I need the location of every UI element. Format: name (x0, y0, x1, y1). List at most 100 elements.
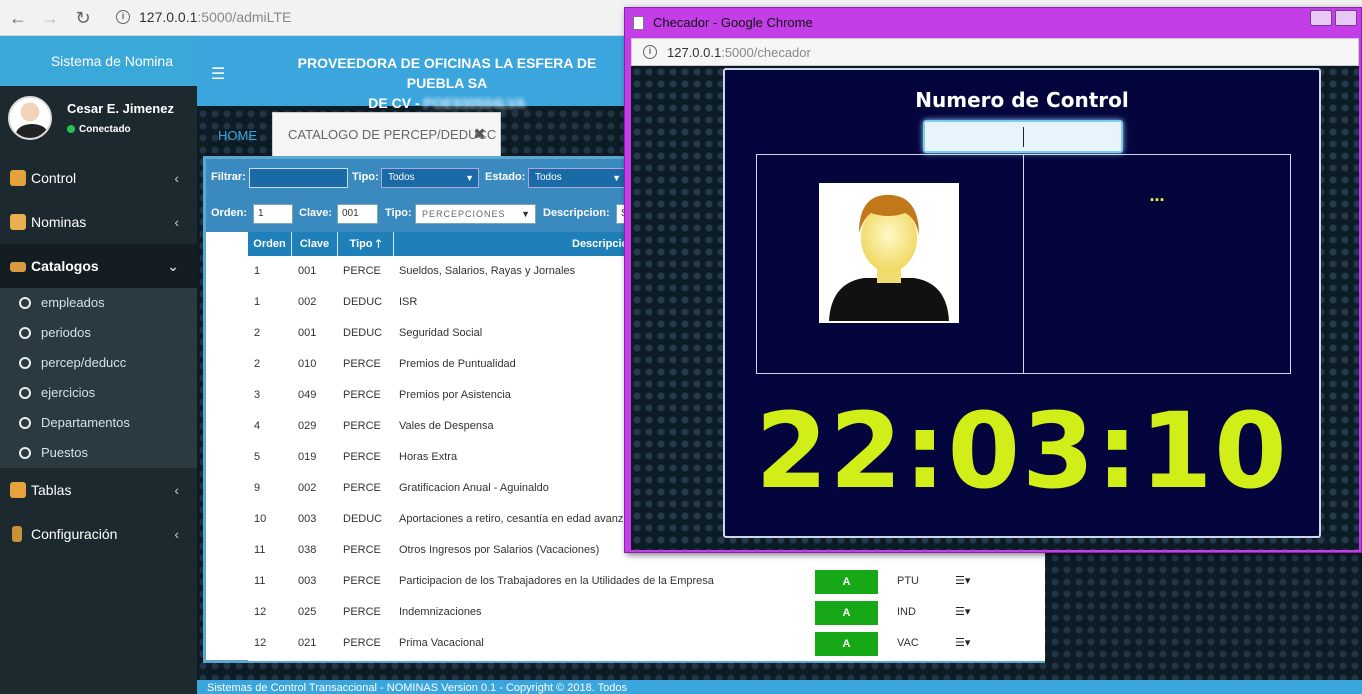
cell-orden: 12 (254, 637, 267, 649)
cell-clave: 010 (298, 358, 317, 370)
tab-strip: HOME CATALOGO DE PERCEP/DEDUCC ✖ (197, 106, 627, 156)
col-tipo[interactable]: Tipo 🡑 (338, 232, 394, 256)
text-cursor (1023, 127, 1024, 147)
popup-address-bar[interactable]: i 127.0.0.1:5000/checador (631, 38, 1359, 66)
submenu-item-ejercicios[interactable]: ejercicios (0, 378, 197, 408)
orden-input[interactable]: 1 (253, 204, 293, 224)
col-orden[interactable]: Orden (248, 232, 292, 256)
reload-icon[interactable]: ↻ (73, 8, 93, 28)
info-icon[interactable]: i (116, 10, 130, 24)
tab-catalogo-percep-deducc[interactable]: CATALOGO DE PERCEP/DEDUCC ✖ (272, 112, 501, 156)
status-badge: A (815, 632, 878, 656)
app-title[interactable]: Sistema de Nomina (0, 36, 197, 86)
estado-filter-select[interactable]: Todos ▼ (528, 168, 626, 188)
cell-desc: Aportaciones a retiro, cesantía en edad … (399, 513, 624, 525)
cell-orden: 4 (254, 420, 261, 432)
sidebar: Sistema de Nomina Cesar E. Jimenez Conec… (0, 36, 197, 694)
filter-input[interactable] (249, 168, 348, 188)
submenu-label: empleados (41, 295, 105, 310)
sidebar-item-tablas[interactable]: Tablas ‹ (0, 468, 197, 512)
submenu-label: percep/deducc (41, 355, 127, 370)
col-clave[interactable]: Clave (292, 232, 338, 256)
submenu-label: ejercicios (41, 385, 96, 400)
cell-desc: Horas Extra (399, 451, 458, 463)
popup-body: Numero de Control ... 22:03:10 (631, 66, 1359, 550)
sidebar-item-nominas[interactable]: Nominas ‹ (0, 200, 197, 244)
clock-display: 22:03:10 (755, 390, 1289, 512)
user-name: Cesar E. Jimenez (67, 101, 174, 116)
row-menu-icon[interactable]: ☰▾ (955, 597, 970, 628)
cell-abreviatura: VAC (897, 637, 919, 649)
cell-orden: 11 (254, 544, 266, 556)
descripcion-label: Descripcion: (543, 207, 610, 219)
row-menu-icon[interactable]: ☰▾ (955, 566, 970, 597)
submenu-item-puestos[interactable]: Puestos (0, 438, 197, 468)
tipo-filter-select[interactable]: Todos ▼ (381, 168, 479, 188)
tipo-filter-value: Todos (388, 172, 415, 183)
clave-label: Clave: (299, 207, 333, 219)
forward-arrow-icon[interactable]: → (40, 8, 60, 28)
footer: Sistemas de Control Transaccional - NOMI… (197, 680, 1362, 694)
status-badge: A (815, 570, 878, 594)
sidebar-item-catalogos[interactable]: Catalogos ⌄ (0, 244, 197, 288)
numero-control-input[interactable] (923, 120, 1123, 153)
cell-orden: 1 (254, 265, 261, 277)
cell-tipo: PERCE (343, 606, 381, 618)
orden-label: Orden: (211, 207, 248, 219)
dropdown-arrow-icon: ▼ (521, 209, 531, 219)
user-photo (819, 183, 959, 323)
tools-icon (12, 526, 22, 542)
back-arrow-icon[interactable]: ← (8, 8, 28, 28)
hamburger-icon[interactable]: ☰ (211, 64, 225, 84)
chevron-left-icon: ‹ (174, 214, 179, 230)
cell-desc: Sueldos, Salarios, Rayas y Jornales (399, 265, 576, 277)
checador-panel: Numero de Control ... 22:03:10 (723, 68, 1321, 538)
sidebar-item-control[interactable]: Control ‹ (0, 156, 197, 200)
address-bar[interactable]: 127.0.0.1:5000/admiLTE (139, 9, 291, 25)
user-silhouette-icon (829, 194, 949, 321)
photo-box (756, 154, 1024, 374)
cell-orden: 3 (254, 389, 261, 401)
cell-tipo: PERCE (343, 420, 381, 432)
cell-orden: 11 (254, 575, 266, 587)
info-icon[interactable]: i (643, 45, 657, 59)
submenu-label: periodos (41, 325, 91, 340)
row-menu-icon[interactable]: ☰▾ (955, 628, 970, 659)
table-row[interactable]: 12 025 PERCE Indemnizaciones A IND ☰▾ (248, 597, 1045, 628)
close-icon[interactable]: ✖ (473, 113, 486, 157)
cell-clave: 021 (298, 637, 317, 649)
cell-desc: Otros Ingresos por Salarios (Vacaciones) (399, 544, 600, 556)
minimize-button[interactable] (1310, 10, 1332, 26)
company-line1: PROVEEDORA DE OFICINAS LA ESFERA DE PUEB… (297, 55, 597, 91)
url-host: 127.0.0.1 (139, 9, 198, 25)
status-badge: A (815, 601, 878, 625)
submenu-item-percep-deducc[interactable]: percep/deducc (0, 348, 197, 378)
tab-home[interactable]: HOME (218, 128, 257, 143)
cell-desc: Participacion de los Trabajadores en la … (399, 575, 714, 587)
cell-clave: 019 (298, 451, 317, 463)
tab-label: CATALOGO DE PERCEP/DEDUCC (288, 127, 497, 142)
maximize-button[interactable] (1335, 10, 1357, 26)
table-row[interactable]: 12 021 PERCE Prima Vacacional A VAC ☰▾ (248, 628, 1045, 659)
circle-icon (19, 297, 31, 309)
dropdown-arrow-icon: ▼ (612, 173, 621, 183)
submenu-item-departamentos[interactable]: Departamentos (0, 408, 197, 438)
cell-tipo: PERCE (343, 451, 381, 463)
cell-clave: 001 (298, 265, 317, 277)
submenu-item-periodos[interactable]: periodos (0, 318, 197, 348)
cell-abreviatura: IND (897, 606, 916, 618)
cell-tipo: DEDUC (343, 513, 383, 525)
cell-tipo: DEDUC (343, 296, 383, 308)
submenu-item-empleados[interactable]: empleados (0, 288, 197, 318)
popup-url-host: 127.0.0.1 (667, 45, 722, 60)
cell-clave: 029 (298, 420, 317, 432)
clave-input[interactable]: 001 (337, 204, 378, 224)
table-row[interactable]: 11 003 PERCE Participacion de los Trabajado… (248, 566, 1045, 597)
tipo-select-value: PERCEPCIONES (422, 209, 506, 219)
avatar (8, 96, 52, 140)
circle-icon (19, 327, 31, 339)
submenu-label: Departamentos (41, 415, 130, 430)
sidebar-item-configuracion[interactable]: Configuración ‹ (0, 512, 197, 556)
popup-title: Checador - Google Chrome (653, 15, 813, 30)
tipo-select[interactable]: PERCEPCIONES ▼ (415, 204, 536, 224)
